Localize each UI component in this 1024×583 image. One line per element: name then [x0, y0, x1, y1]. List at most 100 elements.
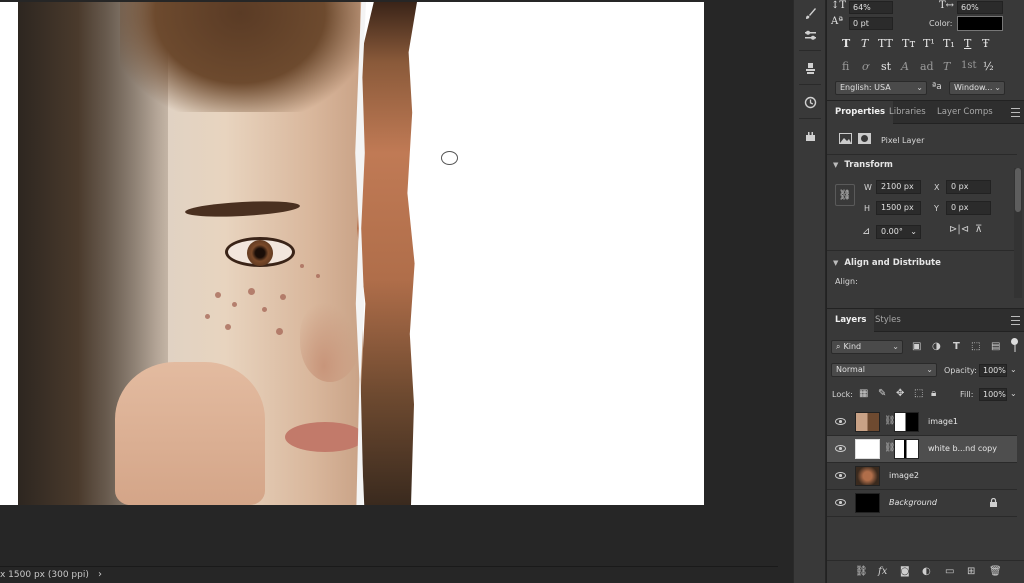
chevron-down-icon: ⌄ — [916, 83, 923, 92]
angle-field[interactable]: 0.00° ⌄ — [876, 225, 921, 239]
chevron-down-icon[interactable]: ⌄ — [1010, 365, 1017, 374]
fractions-icon[interactable]: ½ — [983, 60, 994, 73]
document-canvas[interactable] — [0, 2, 704, 505]
layer-row-image2[interactable]: image2 — [827, 463, 1017, 490]
layer-type-label: Pixel Layer — [881, 136, 925, 145]
adjustment-layer-icon[interactable]: ◐ — [922, 566, 931, 577]
panel-menu-icon[interactable] — [1011, 108, 1020, 117]
layer-row-background[interactable]: Background — [827, 490, 1017, 517]
canvas-area[interactable] — [0, 0, 778, 566]
horizontal-scale-field[interactable]: 60% — [957, 1, 1003, 14]
filter-shape-icon[interactable]: ⬚ — [971, 341, 980, 352]
eye-icon[interactable] — [835, 418, 846, 425]
faux-italic-icon[interactable]: T — [861, 37, 868, 50]
vertical-scale-field[interactable]: 64% — [849, 1, 893, 14]
strikethrough-icon[interactable]: Ŧ — [982, 37, 989, 50]
layer-filter-dropdown[interactable]: ⌕ Kind ⌄ — [831, 340, 903, 354]
ordinals-icon[interactable]: 1st — [961, 60, 977, 71]
trash-icon[interactable]: 🗑︎ — [989, 566, 1002, 577]
height-label: H — [864, 204, 871, 213]
filter-adjustment-icon[interactable]: ◑ — [932, 341, 941, 352]
filter-smart-object-icon[interactable]: ▤ — [991, 341, 1000, 352]
height-field[interactable]: 1500 px — [876, 201, 921, 215]
filter-pixel-icon[interactable]: ▣ — [912, 341, 921, 352]
fill-field[interactable]: 100% — [979, 388, 1007, 401]
x-field[interactable]: 0 px — [946, 180, 991, 194]
strip-divider — [799, 84, 821, 85]
layer-thumbnail — [855, 493, 880, 513]
anti-alias-icon: ªa — [932, 82, 942, 92]
layers-footer: ⛓ fx ◙ ◐ ▭ ⊞ 🗑︎ — [827, 560, 1024, 583]
history-icon[interactable] — [794, 91, 826, 113]
ligatures-icon[interactable]: fi — [842, 60, 849, 73]
link-dimensions-icon[interactable]: ⛓ — [835, 184, 855, 206]
status-menu-arrow[interactable]: › — [98, 569, 102, 580]
filter-type-icon[interactable]: T — [953, 341, 960, 352]
tab-layer-comps[interactable]: Layer Comps — [929, 101, 1001, 124]
lock-all-icon[interactable]: 🔒︎ — [931, 388, 936, 399]
titling-alternates-icon[interactable]: T — [943, 60, 950, 73]
photo-hand — [115, 362, 265, 505]
link-layers-icon[interactable]: ⛓ — [855, 566, 868, 577]
y-field[interactable]: 0 px — [946, 201, 991, 215]
align-section-header[interactable]: ▼ Align and Distribute — [833, 258, 941, 268]
lock-transparent-icon[interactable]: ▦ — [859, 388, 868, 399]
properties-scrollbar[interactable] — [1014, 168, 1022, 298]
add-mask-icon[interactable]: ◙ — [900, 566, 910, 577]
actions-icon[interactable] — [794, 125, 826, 147]
properties-scroll-thumb[interactable] — [1015, 168, 1021, 212]
filter-toggle[interactable] — [1011, 338, 1018, 352]
baseline-shift-field[interactable]: 0 pt — [849, 17, 893, 30]
subscript-icon[interactable]: T₁ — [943, 37, 955, 50]
flip-horizontal-icon[interactable]: ⊳|⊲ — [949, 224, 969, 235]
lock-artboard-icon[interactable]: ⬚ — [914, 388, 923, 399]
tab-libraries[interactable]: Libraries — [881, 101, 934, 124]
eye-icon[interactable] — [835, 472, 846, 479]
small-caps-icon[interactable]: Tт — [902, 37, 915, 50]
old-style-icon[interactable]: ơ — [862, 60, 869, 73]
superscript-icon[interactable]: T¹ — [923, 37, 935, 50]
layer-name: Background — [889, 498, 937, 507]
layer-row-white-background-copy[interactable]: ⛓ white b...nd copy — [827, 436, 1017, 463]
photo-freckle — [232, 302, 237, 307]
new-group-icon[interactable]: ▭ — [945, 566, 954, 577]
layer-style-fx-icon[interactable]: fx — [878, 566, 887, 577]
lock-image-icon[interactable]: ✎ — [878, 388, 886, 399]
new-layer-icon[interactable]: ⊞ — [967, 566, 975, 577]
all-caps-icon[interactable]: TT — [878, 37, 893, 50]
layer-row-image1[interactable]: ⛓ image1 — [827, 409, 1017, 436]
discretionary-ligatures-icon[interactable]: st — [881, 60, 891, 73]
anti-alias-dropdown[interactable]: Window... ⌄ — [949, 81, 1005, 95]
brush-icon[interactable] — [794, 2, 826, 24]
chevron-down-icon: ⌄ — [892, 342, 899, 351]
opacity-field[interactable]: 100% — [979, 364, 1007, 377]
photo-freckle — [316, 274, 320, 278]
brush-settings-icon[interactable] — [794, 24, 826, 46]
angle-icon: ⊿ — [862, 226, 871, 237]
underline-icon[interactable]: T — [964, 37, 971, 50]
eye-icon[interactable] — [835, 445, 846, 452]
language-dropdown[interactable]: English: USA ⌄ — [835, 81, 927, 95]
width-field[interactable]: 2100 px — [876, 180, 921, 194]
strip-divider — [799, 50, 821, 51]
angle-value: 0.00° — [881, 227, 903, 236]
layer-mask-icon[interactable] — [858, 133, 871, 144]
lock-icon[interactable] — [989, 498, 998, 507]
horizontal-scale-icon: T↔ — [939, 0, 955, 11]
chevron-down-icon: ⌄ — [910, 227, 917, 236]
flip-vertical-icon[interactable]: ⊼ — [975, 224, 982, 235]
lock-position-icon[interactable]: ✥ — [896, 388, 904, 399]
swash-icon[interactable]: A — [901, 60, 909, 73]
faux-bold-icon[interactable]: T — [842, 37, 850, 50]
transform-section-header[interactable]: ▼ Transform — [833, 160, 893, 170]
layers-panel: ⌕ Kind ⌄ ▣ ◑ T ⬚ ▤ Normal ⌄ Opacity: 100%… — [827, 308, 1024, 583]
blend-mode-dropdown[interactable]: Normal ⌄ — [831, 363, 937, 377]
layer-name: image2 — [889, 471, 920, 480]
eye-icon[interactable] — [835, 499, 846, 506]
stylistic-alternates-icon[interactable]: ad — [920, 60, 934, 73]
clone-source-icon[interactable] — [794, 57, 826, 79]
text-color-swatch[interactable] — [957, 16, 1003, 31]
anti-alias-value: Window... — [954, 83, 993, 92]
chevron-down-icon[interactable]: ⌄ — [1010, 389, 1017, 398]
properties-tabbar: Properties Libraries Layer Comps — [827, 100, 1024, 124]
